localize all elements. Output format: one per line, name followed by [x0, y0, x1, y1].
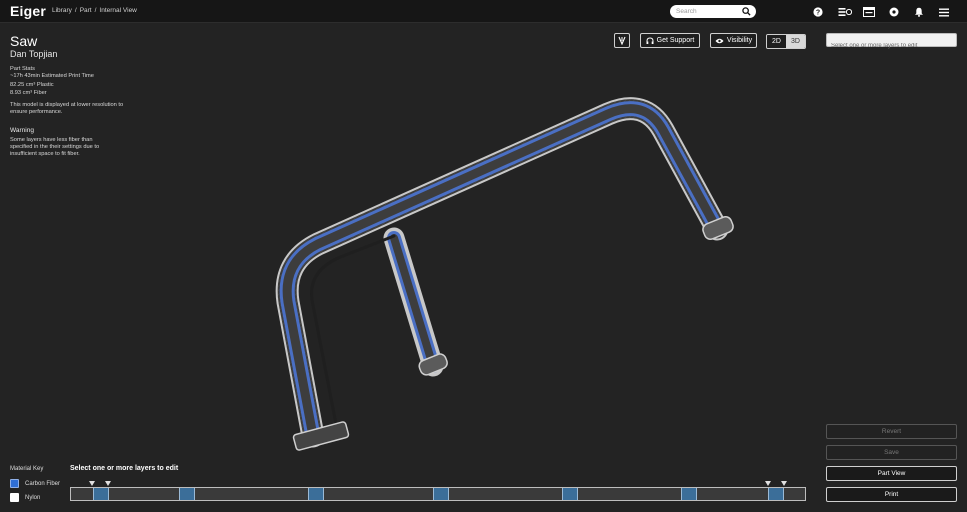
material-key-title: Material Key [10, 466, 44, 472]
view-mode-toggle[interactable]: 2D 3D [766, 34, 806, 49]
material-key-carbon-fiber: Carbon Fiber [10, 479, 60, 488]
part-viewer-canvas[interactable] [0, 23, 967, 463]
save-button[interactable]: Save [826, 445, 957, 460]
range-end-handle-left[interactable] [765, 481, 771, 487]
nylon-label: Nylon [25, 494, 41, 501]
menu-icon[interactable] [937, 5, 951, 19]
nylon-swatch [10, 493, 19, 502]
breadcrumb: Library / Part / Internal View [52, 7, 137, 14]
breadcrumb-part[interactable]: Part [80, 7, 92, 14]
layer-group-marker[interactable] [308, 488, 324, 500]
visibility-label: Visibility [726, 37, 753, 44]
layer-range-slider[interactable] [70, 487, 806, 501]
print-button[interactable]: Print [826, 487, 957, 502]
part-owner: Dan Topjian [10, 49, 58, 59]
breadcrumb-separator: / [74, 7, 77, 14]
eye-icon [715, 38, 724, 43]
get-support-button[interactable]: Get Support [640, 33, 700, 48]
layer-group-marker[interactable] [179, 488, 195, 500]
search-box[interactable] [670, 5, 756, 18]
breadcrumb-separator: / [94, 7, 97, 14]
settings-icon[interactable] [887, 5, 901, 19]
layer-group-marker[interactable] [562, 488, 578, 500]
saw-inner-cutout [310, 234, 396, 426]
get-support-label: Get Support [656, 37, 695, 44]
layer-selection-input[interactable] [827, 40, 956, 52]
range-end-handle-right[interactable] [781, 481, 787, 487]
app-root: Eiger Library / Part / Internal View ? [0, 0, 967, 512]
breadcrumb-library[interactable]: Library [52, 7, 72, 14]
layer-group-marker[interactable] [433, 488, 449, 500]
range-start-handle-left[interactable] [89, 481, 95, 487]
view-3d-button[interactable]: 3D [786, 35, 805, 48]
fiber-volume: 8.93 cm³ Fiber [10, 90, 47, 97]
layers-bar-label: Select one or more layers to edit [70, 465, 179, 472]
warning-heading: Warning [10, 127, 34, 134]
carbon-fiber-swatch [10, 479, 19, 488]
layer-selection-field[interactable] [826, 33, 957, 52]
carbon-fiber-label: Carbon Fiber [25, 480, 61, 487]
layer-group-marker[interactable] [681, 488, 697, 500]
material-key-nylon: Nylon [10, 493, 40, 502]
breadcrumb-internal-view: Internal View [99, 7, 137, 14]
part-title: Saw [10, 33, 38, 49]
section-view-button[interactable] [614, 33, 630, 48]
resolution-note: This model is displayed at lower resolut… [10, 102, 124, 115]
layer-group-marker[interactable] [93, 488, 109, 500]
plastic-volume: 82.25 cm³ Plastic [10, 81, 54, 88]
top-navigation-bar: Eiger Library / Part / Internal View ? [0, 0, 967, 23]
part-stats: Part Stats ~17h 43min Estimated Print Ti… [10, 65, 140, 98]
print-queue-icon[interactable] [838, 5, 852, 19]
saw-part-model[interactable] [275, 97, 735, 451]
part-view-button[interactable]: Part View [826, 466, 957, 481]
visibility-button[interactable]: Visibility [710, 33, 757, 48]
saw-frame-core [282, 104, 722, 441]
search-input[interactable] [676, 6, 742, 17]
range-start-handle-right[interactable] [105, 481, 111, 487]
bell-icon[interactable] [912, 5, 926, 19]
search-icon[interactable] [742, 7, 751, 16]
view-2d-button[interactable]: 2D [767, 35, 786, 48]
revert-button[interactable]: Revert [826, 424, 957, 439]
app-logo[interactable]: Eiger [10, 3, 46, 19]
headset-icon [646, 36, 654, 44]
warning-text: Some layers have less fiber than specifi… [10, 137, 100, 157]
printer-icon[interactable] [862, 5, 876, 19]
print-time: ~17h 43min Estimated Print Time [10, 73, 94, 80]
saw-leg-core [390, 234, 437, 370]
help-icon[interactable]: ? [811, 5, 825, 19]
section-icon [618, 36, 626, 45]
svg-text:?: ? [816, 10, 820, 17]
layer-group-marker[interactable] [768, 488, 784, 500]
